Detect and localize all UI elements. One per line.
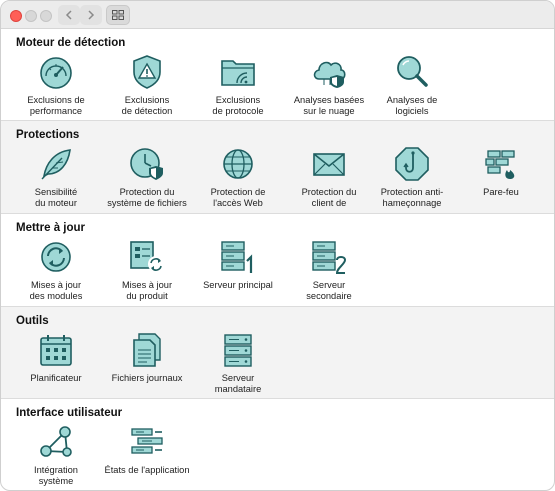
section-title: Interface utilisateur — [16, 407, 123, 419]
pref-item-primary-server[interactable]: Serveur principal — [194, 238, 282, 291]
pref-item-firewall[interactable]: Pare-feu — [457, 145, 545, 198]
grid-icon — [112, 10, 124, 20]
documents-icon — [127, 331, 167, 369]
section-user-interface: Interface utilisateur Intégration systèm… — [1, 399, 554, 490]
item-label: Intégration système — [34, 465, 78, 487]
minimize-button[interactable] — [25, 10, 37, 22]
calendar-icon — [36, 331, 76, 369]
item-label: Pare-feu — [483, 187, 519, 197]
pref-item-file-system-protection[interactable]: Protection du système de fichiers — [103, 145, 191, 210]
gauge-icon — [36, 53, 76, 91]
pref-item-log-files[interactable]: Fichiers journaux — [103, 331, 191, 384]
item-label: Analyses basées sur le nuage — [293, 95, 365, 117]
pref-item-performance-exclusions[interactable]: Exclusions de performance — [12, 53, 100, 118]
pref-item-application-states[interactable]: États de l'application — [103, 423, 191, 476]
close-button[interactable] — [10, 10, 22, 22]
firewall-icon — [481, 145, 521, 183]
section-title: Moteur de détection — [16, 37, 126, 49]
section-title: Mettre à jour — [16, 222, 86, 234]
folder-wave-icon — [218, 53, 258, 91]
item-label: Exclusions de performance — [27, 95, 85, 117]
item-label: Planificateur — [30, 373, 82, 383]
item-label: Fichiers journaux — [111, 373, 183, 383]
pref-item-module-updates[interactable]: Mises à jour des modules — [12, 238, 100, 303]
item-label: Mises à jour des modules — [29, 280, 83, 302]
item-label: Protection anti- hameçonnage — [380, 187, 444, 209]
server-two-icon — [309, 238, 349, 276]
item-label: Exclusions de détection — [121, 95, 173, 117]
section-title: Protections — [16, 129, 80, 141]
pref-item-protocol-exclusions[interactable]: Exclusions de protocole — [194, 53, 282, 118]
section-title: Outils — [16, 315, 49, 327]
chevron-right-icon — [88, 10, 95, 20]
item-label: Sensibilité du moteur — [34, 187, 78, 209]
refresh-icon — [36, 238, 76, 276]
magnifier-icon — [392, 53, 432, 91]
item-label: Serveur mandataire — [214, 373, 262, 395]
pref-item-email-client-protection[interactable]: Protection du client de — [285, 145, 373, 210]
chevron-left-icon — [65, 10, 72, 20]
item-label: Analyses de logiciels — [386, 95, 438, 117]
section-protections: Protections Sensibilité du moteur Protec… — [1, 121, 554, 214]
preferences-window: Moteur de détection Exclusions de perfor… — [0, 0, 555, 491]
pref-item-system-integration[interactable]: Intégration système — [12, 423, 100, 488]
server-one-icon — [218, 238, 258, 276]
forward-button[interactable] — [80, 5, 102, 25]
section-detection-engine: Moteur de détection Exclusions de perfor… — [1, 29, 554, 121]
zoom-button[interactable] — [40, 10, 52, 22]
pref-item-engine-sensitivity[interactable]: Sensibilité du moteur — [12, 145, 100, 210]
pref-item-anti-phishing[interactable]: Protection anti- hameçonnage — [368, 145, 456, 210]
integration-icon — [36, 423, 76, 461]
item-label: Protection du système de fichiers — [107, 187, 187, 209]
section-tools: Outils Planificateur Fichiers journaux S… — [1, 307, 554, 399]
hook-octagon-icon — [392, 145, 432, 183]
item-label: Mises à jour du produit — [121, 280, 173, 302]
pref-item-cloud-scans[interactable]: Analyses basées sur le nuage — [285, 53, 373, 118]
pref-item-software-scans[interactable]: Analyses de logiciels — [368, 53, 456, 118]
pref-item-secondary-server[interactable]: Serveur secondaire — [285, 238, 373, 303]
back-button[interactable] — [58, 5, 80, 25]
pref-item-detection-exclusions[interactable]: Exclusions de détection — [103, 53, 191, 118]
feather-icon — [36, 145, 76, 183]
pref-item-proxy-server[interactable]: Serveur mandataire — [194, 331, 282, 396]
item-label: Protection du client de — [301, 187, 357, 209]
pref-item-product-updates[interactable]: Mises à jour du produit — [103, 238, 191, 303]
clock-shield-icon — [127, 145, 167, 183]
item-label: Serveur secondaire — [306, 280, 352, 302]
cloud-shield-icon — [309, 53, 349, 91]
section-update: Mettre à jour Mises à jour des modules M… — [1, 214, 554, 307]
globe-icon — [218, 145, 258, 183]
app-states-icon — [127, 423, 167, 461]
title-bar — [1, 1, 554, 29]
item-label: États de l'application — [104, 465, 190, 475]
pref-item-web-access-protection[interactable]: Protection de l'accès Web — [194, 145, 282, 210]
show-all-button[interactable] — [106, 5, 130, 25]
shield-warning-icon — [127, 53, 167, 91]
envelope-icon — [309, 145, 349, 183]
pref-item-scheduler[interactable]: Planificateur — [12, 331, 100, 384]
server-stack-icon — [218, 331, 258, 369]
item-label: Exclusions de protocole — [212, 95, 264, 117]
item-label: Protection de l'accès Web — [210, 187, 266, 209]
product-update-icon — [127, 238, 167, 276]
item-label: Serveur principal — [203, 280, 273, 290]
